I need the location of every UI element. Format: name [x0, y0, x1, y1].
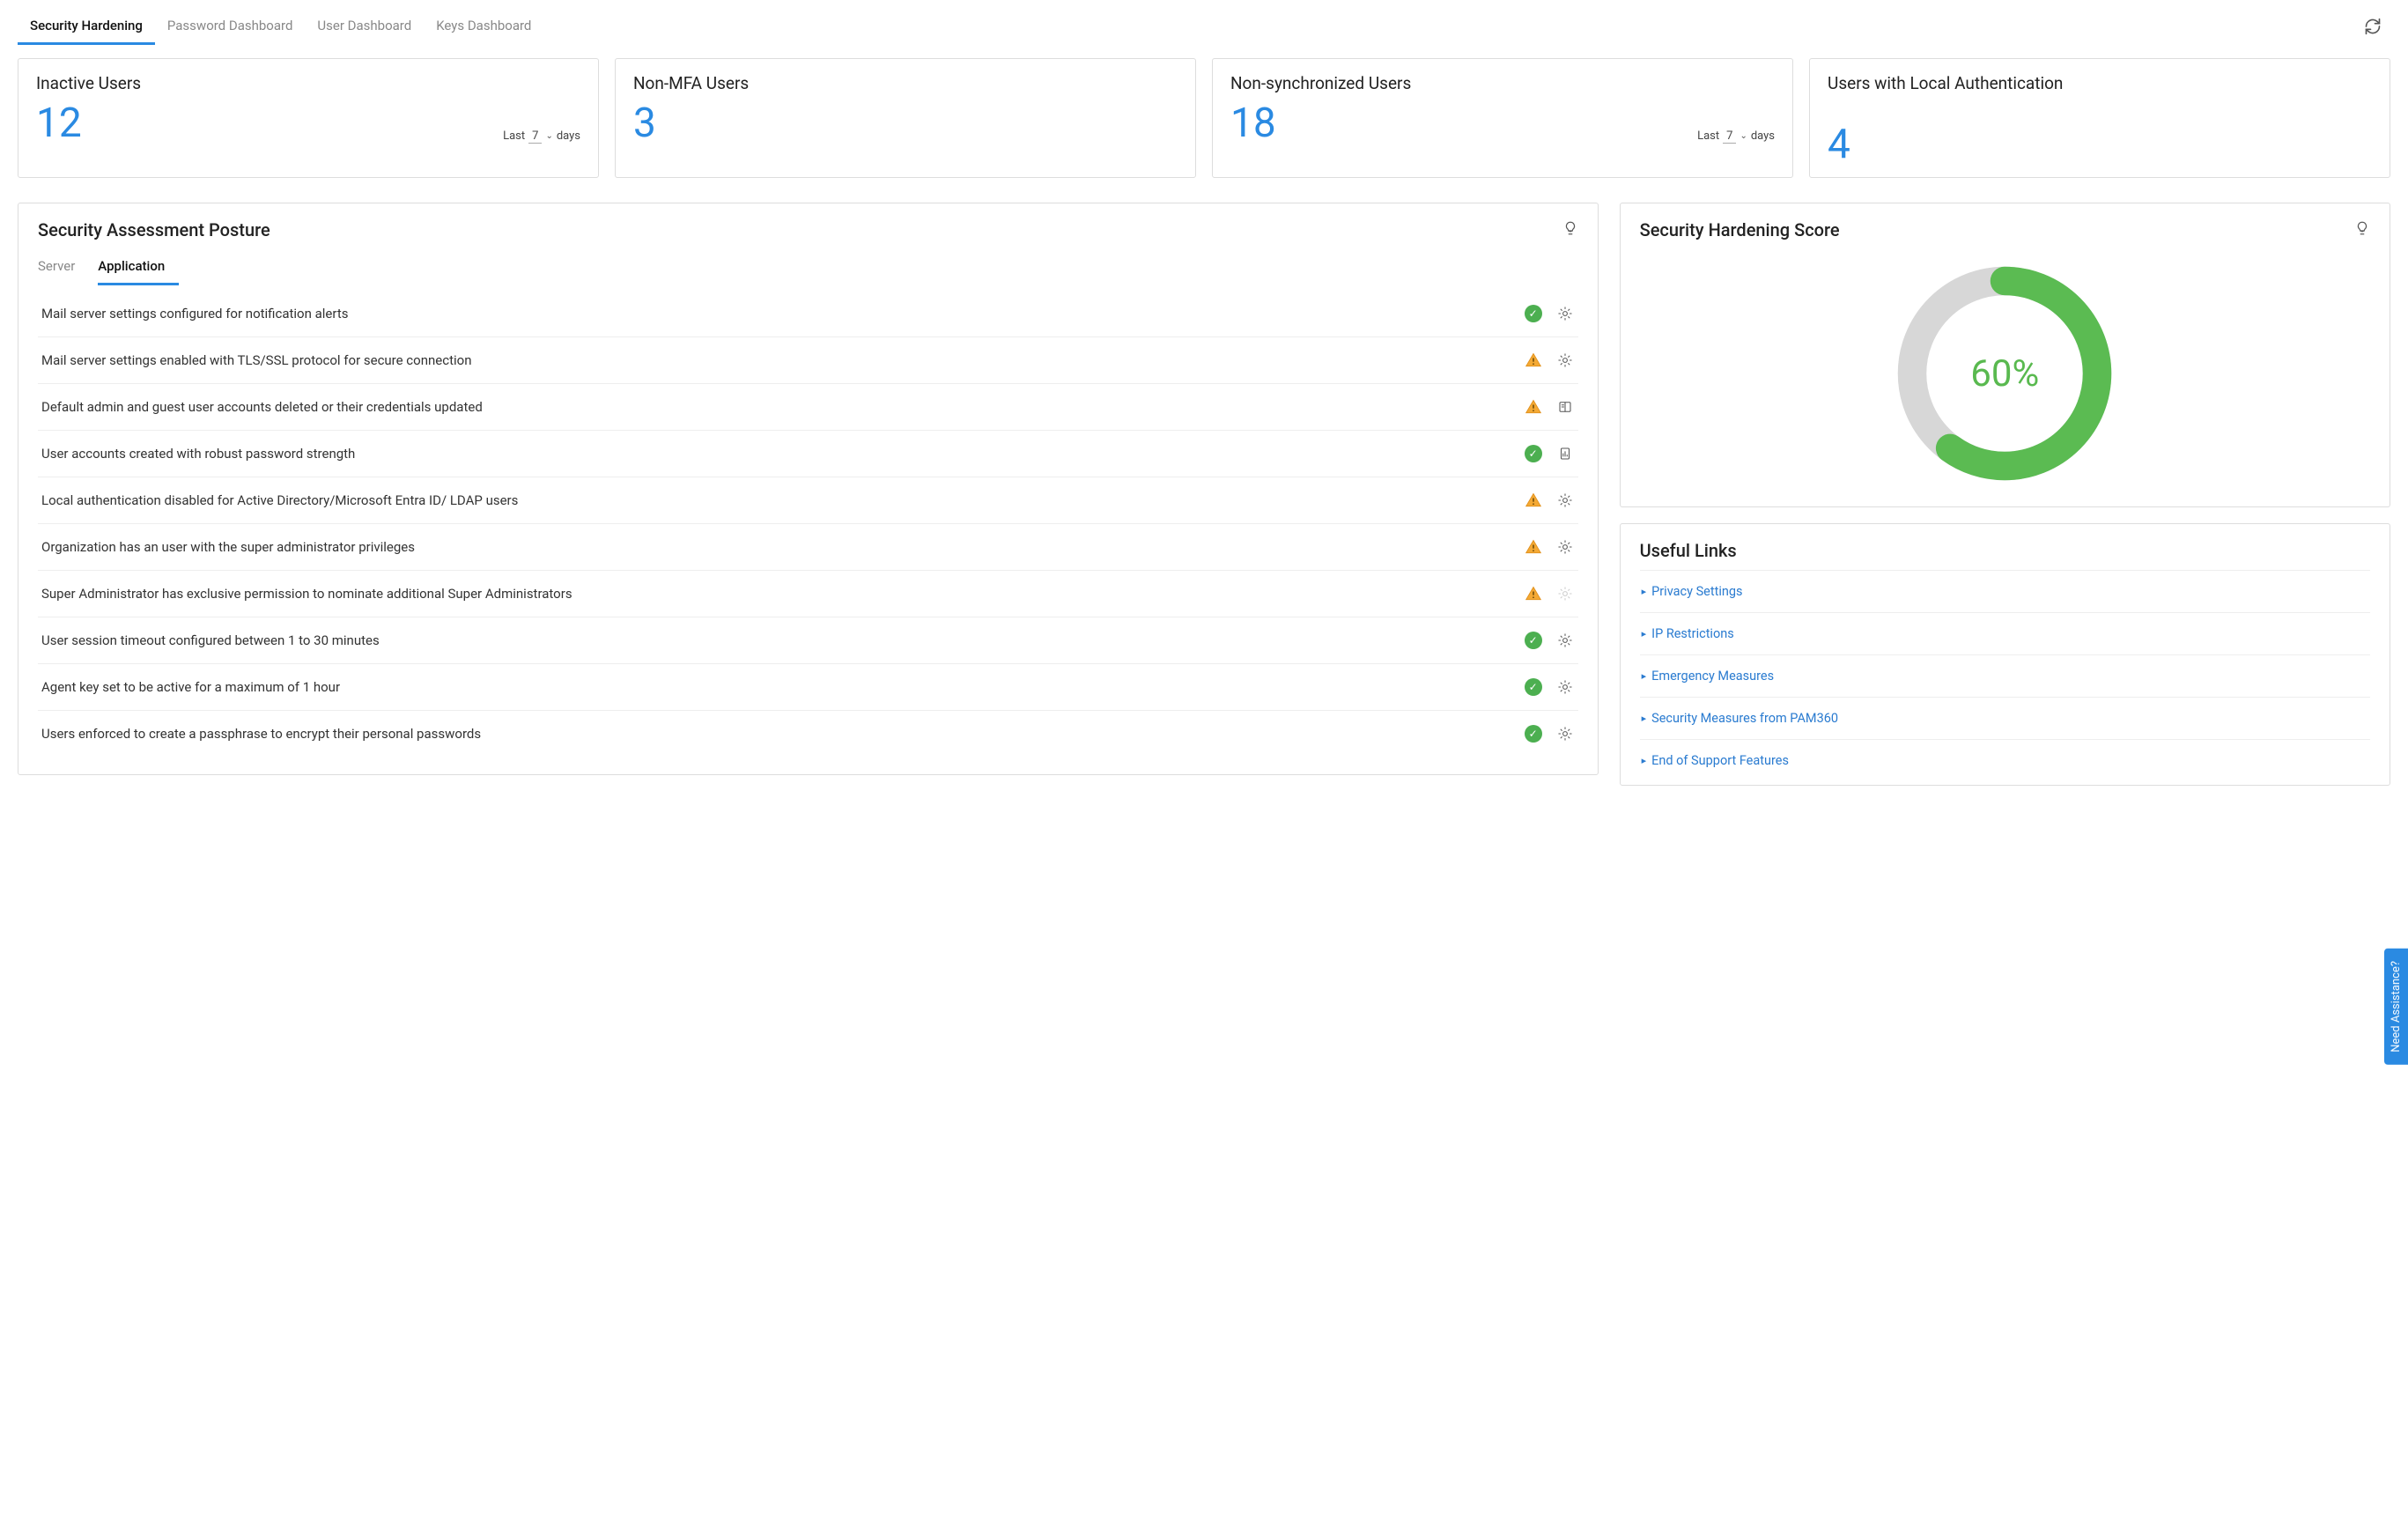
assessment-row-label: User accounts created with robust passwo… — [41, 446, 1511, 462]
gear-icon[interactable] — [1555, 537, 1575, 557]
stat-card-title: Non-synchronized Users — [1230, 73, 1775, 94]
stat-card-value: 4 — [1828, 124, 1850, 165]
assessment-row: Agent key set to be active for a maximum… — [38, 664, 1578, 711]
stat-card-value: 18 — [1230, 103, 1276, 144]
lightbulb-icon[interactable] — [1562, 220, 1578, 240]
status-warning-icon — [1524, 351, 1543, 370]
assessment-row-label: User session timeout configured between … — [41, 632, 1511, 648]
chevron-down-icon: ⌄ — [545, 131, 552, 141]
assessment-row-label: Users enforced to create a passphrase to… — [41, 726, 1511, 742]
caret-right-icon: ▸ — [1642, 713, 1647, 724]
useful-link-label: IP Restrictions — [1651, 626, 1734, 641]
lightbulb-icon[interactable] — [2354, 220, 2370, 240]
assessment-row-label: Mail server settings enabled with TLS/SS… — [41, 352, 1511, 368]
assessment-subtab[interactable]: Server — [38, 251, 89, 285]
score-title: Security Hardening Score — [1640, 219, 1840, 240]
status-ok-icon: ✓ — [1524, 724, 1543, 743]
assessment-row: User accounts created with robust passwo… — [38, 431, 1578, 477]
useful-link[interactable]: ▸ IP Restrictions — [1640, 612, 2370, 654]
gear-icon[interactable] — [1555, 677, 1575, 697]
stat-card-filter[interactable]: Last 7⌄ days — [503, 129, 580, 144]
refresh-icon[interactable] — [2360, 14, 2385, 42]
stat-card-title: Users with Local Authentication — [1828, 73, 2372, 115]
assessment-row-label: Agent key set to be active for a maximum… — [41, 679, 1511, 695]
useful-link-label: Emergency Measures — [1651, 669, 1774, 684]
assessment-row-label: Super Administrator has exclusive permis… — [41, 586, 1511, 602]
caret-right-icon: ▸ — [1642, 670, 1647, 682]
useful-links-list: ▸ Privacy Settings ▸ IP Restrictions ▸ Emerge… — [1640, 570, 2370, 781]
status-warning-icon — [1524, 584, 1543, 603]
useful-link[interactable]: ▸ Privacy Settings — [1640, 570, 2370, 612]
assessment-row: Organization has an user with the super … — [38, 524, 1578, 571]
status-ok-icon: ✓ — [1524, 631, 1543, 650]
stat-card: Non-MFA Users 3 — [615, 58, 1196, 178]
caret-right-icon: ▸ — [1642, 586, 1647, 597]
gear-icon[interactable] — [1555, 491, 1575, 510]
gear-icon — [1555, 584, 1575, 603]
assessment-row: Default admin and guest user accounts de… — [38, 384, 1578, 431]
assessment-row-label: Local authentication disabled for Active… — [41, 492, 1511, 508]
chevron-down-icon: ⌄ — [1740, 131, 1747, 141]
stat-cards-row: Inactive Users 12 Last 7⌄ days Non-MFA User… — [18, 58, 2390, 178]
useful-link-label: Privacy Settings — [1651, 584, 1742, 599]
stat-card: Users with Local Authentication 4 — [1809, 58, 2390, 178]
useful-link[interactable]: ▸ End of Support Features — [1640, 739, 2370, 781]
assessment-row: User session timeout configured between … — [38, 617, 1578, 664]
score-panel: Security Hardening Score 60% — [1620, 203, 2390, 507]
useful-link-label: End of Support Features — [1651, 753, 1789, 768]
top-tab[interactable]: Password Dashboard — [155, 11, 306, 45]
top-tab[interactable]: Security Hardening — [18, 11, 155, 45]
assessment-row: Local authentication disabled for Active… — [38, 477, 1578, 524]
report-icon[interactable] — [1555, 444, 1575, 463]
stat-card-title: Inactive Users — [36, 73, 580, 94]
top-tab[interactable]: User Dashboard — [305, 11, 424, 45]
assessment-subtabs: Server Application — [38, 251, 1578, 285]
status-ok-icon: ✓ — [1524, 304, 1543, 323]
caret-right-icon: ▸ — [1642, 755, 1647, 766]
stat-card: Non-synchronized Users 18 Last 7⌄ days — [1212, 58, 1793, 178]
need-assistance-tab[interactable]: Need Assistance? — [2384, 949, 2408, 1065]
assessment-row-label: Mail server settings configured for noti… — [41, 306, 1511, 322]
assessment-row-label: Default admin and guest user accounts de… — [41, 399, 1511, 415]
assessment-row: Super Administrator has exclusive permis… — [38, 571, 1578, 617]
gear-icon[interactable] — [1555, 351, 1575, 370]
assessment-title: Security Assessment Posture — [38, 219, 270, 240]
stat-card-value: 12 — [36, 103, 82, 144]
assessment-row: Mail server settings enabled with TLS/SS… — [38, 337, 1578, 384]
status-warning-icon — [1524, 397, 1543, 417]
assessment-row-label: Organization has an user with the super … — [41, 539, 1511, 555]
status-ok-icon: ✓ — [1524, 677, 1543, 697]
caret-right-icon: ▸ — [1642, 628, 1647, 639]
assessment-panel: Security Assessment Posture Server Applic… — [18, 203, 1599, 775]
status-ok-icon: ✓ — [1524, 444, 1543, 463]
top-tab-bar: Security HardeningPassword DashboardUser… — [18, 0, 2390, 46]
useful-link-label: Security Measures from PAM360 — [1651, 711, 1838, 726]
assessment-list: Mail server settings configured for noti… — [38, 291, 1578, 757]
book-icon[interactable] — [1555, 397, 1575, 417]
stat-card-filter[interactable]: Last 7⌄ days — [1697, 129, 1775, 144]
score-percent-label: 60% — [1895, 263, 2115, 484]
stat-card-title: Non-MFA Users — [633, 73, 1178, 94]
score-donut-chart: 60% — [1895, 263, 2115, 484]
useful-link[interactable]: ▸ Security Measures from PAM360 — [1640, 697, 2370, 739]
assessment-subtab[interactable]: Application — [98, 251, 179, 285]
stat-card-value: 3 — [633, 103, 656, 144]
useful-links-title: Useful Links — [1640, 540, 1737, 561]
gear-icon[interactable] — [1555, 724, 1575, 743]
stat-card: Inactive Users 12 Last 7⌄ days — [18, 58, 599, 178]
gear-icon[interactable] — [1555, 631, 1575, 650]
status-warning-icon — [1524, 491, 1543, 510]
useful-links-panel: Useful Links ▸ Privacy Settings ▸ IP Restri… — [1620, 523, 2390, 786]
assessment-row: Mail server settings configured for noti… — [38, 291, 1578, 337]
assessment-row: Users enforced to create a passphrase to… — [38, 711, 1578, 757]
gear-icon[interactable] — [1555, 304, 1575, 323]
top-tab[interactable]: Keys Dashboard — [424, 11, 543, 45]
useful-link[interactable]: ▸ Emergency Measures — [1640, 654, 2370, 697]
status-warning-icon — [1524, 537, 1543, 557]
